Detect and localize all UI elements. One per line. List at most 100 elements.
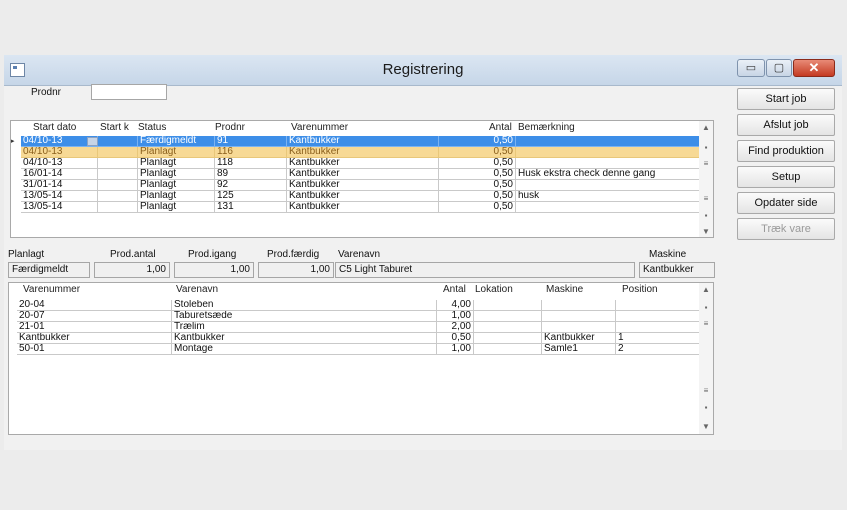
table-cell[interactable]: 13/05-14 (21, 202, 98, 213)
table-cell[interactable]: 04/10-13 (21, 147, 98, 158)
start-job-button[interactable]: Start job (737, 88, 835, 110)
table-cell[interactable]: Kantbukker (17, 333, 172, 344)
table-cell[interactable] (616, 311, 700, 322)
table-cell[interactable]: Kantbukker (287, 169, 439, 180)
column-header[interactable]: Antal (489, 122, 512, 133)
table-cell[interactable]: Samle1 (542, 344, 616, 355)
find-produktion-button[interactable]: Find produktion (737, 140, 835, 162)
table-cell[interactable]: 131 (215, 202, 287, 213)
table-cell[interactable]: 2,00 (437, 322, 474, 333)
scroll-up-icon[interactable]: ▲ (699, 285, 713, 294)
table-cell[interactable] (516, 147, 700, 158)
table-row[interactable]: 16/01-14 Planlagt 89 Kantbukker 0,50 Husk eks… (11, 169, 700, 180)
table-row[interactable]: 50-01 Montage 1,00 Samle1 2 (9, 344, 700, 355)
table-cell[interactable]: Færdigmeldt (138, 136, 215, 147)
table-cell[interactable]: Kantbukker (287, 202, 439, 213)
table-cell[interactable]: Kantbukker (542, 333, 616, 344)
scroll-down-icon[interactable]: ▼ (699, 227, 713, 236)
table-cell[interactable]: 16/01-14 (21, 169, 98, 180)
table-cell[interactable]: Planlagt (138, 158, 215, 169)
table-cell[interactable] (516, 202, 700, 213)
table-cell[interactable] (542, 311, 616, 322)
jobs-table[interactable]: Start dato Start k Status Prodnr Varenummer A… (10, 120, 714, 238)
table-cell[interactable] (98, 180, 138, 191)
table-cell[interactable] (516, 158, 700, 169)
table-cell[interactable]: 125 (215, 191, 287, 202)
table-cell[interactable]: 0,50 (437, 333, 474, 344)
opdater-side-button[interactable]: Opdater side (737, 192, 835, 214)
table-row[interactable]: Kantbukker Kantbukker 0,50 Kantbukker 1 (9, 333, 700, 344)
table-cell[interactable] (474, 300, 542, 311)
table-cell[interactable]: Planlagt (138, 191, 215, 202)
table-cell[interactable] (98, 136, 138, 147)
table-cell[interactable]: Kantbukker (287, 158, 439, 169)
minimize-button[interactable]: ▭ (737, 59, 765, 77)
scroll-down-icon[interactable]: ▼ (699, 422, 713, 431)
table-cell[interactable]: 91 (215, 136, 287, 147)
column-header[interactable]: Position (622, 284, 658, 295)
table-row[interactable]: 21-01 Trælim 2,00 (9, 322, 700, 333)
column-header[interactable]: Antal (443, 284, 466, 295)
column-header[interactable]: Varenummer (291, 122, 348, 133)
table-cell[interactable]: Montage (172, 344, 437, 355)
table-cell[interactable] (474, 344, 542, 355)
table-cell[interactable]: Kantbukker (172, 333, 437, 344)
items-scrollbar[interactable]: ▲ ▪ ≡ ≡ ▪ ▼ (699, 283, 713, 434)
table-cell[interactable]: Kantbukker (287, 180, 439, 191)
table-cell[interactable]: 0,50 (439, 136, 516, 147)
column-header[interactable]: Lokation (475, 284, 513, 295)
table-cell[interactable]: 0,50 (439, 147, 516, 158)
table-row[interactable]: 04/10-13 Færdigmeldt 91 Kantbukker 0,50 ▸ (11, 136, 700, 147)
prodnr-input[interactable] (91, 84, 167, 100)
table-cell[interactable]: 118 (215, 158, 287, 169)
table-row[interactable]: 13/05-14 Planlagt 125 Kantbukker 0,50 husk (11, 191, 700, 202)
table-cell[interactable]: Taburetsæde (172, 311, 437, 322)
table-cell[interactable]: Stoleben (172, 300, 437, 311)
afslut-job-button[interactable]: Afslut job (737, 114, 835, 136)
table-row[interactable]: 04/10-13 Planlagt 118 Kantbukker 0,50 (11, 158, 700, 169)
table-cell[interactable]: 2 (616, 344, 700, 355)
table-cell[interactable]: 0,50 (439, 169, 516, 180)
column-header[interactable]: Start k (100, 122, 129, 133)
table-cell[interactable]: 31/01-14 (21, 180, 98, 191)
table-cell[interactable]: 13/05-14 (21, 191, 98, 202)
table-row[interactable]: 20-04 Stoleben 4,00 (9, 300, 700, 311)
table-cell[interactable]: 0,50 (439, 202, 516, 213)
traek-vare-button[interactable]: Træk vare (737, 218, 835, 240)
table-cell[interactable]: 0,50 (439, 180, 516, 191)
table-cell[interactable]: 50-01 (17, 344, 172, 355)
table-cell[interactable] (98, 147, 138, 158)
table-cell[interactable]: Planlagt (138, 202, 215, 213)
table-cell[interactable] (542, 322, 616, 333)
table-cell[interactable] (516, 180, 700, 191)
setup-button[interactable]: Setup (737, 166, 835, 188)
table-cell[interactable]: husk (516, 191, 700, 202)
table-cell[interactable]: 20-04 (17, 300, 172, 311)
table-cell[interactable]: 21-01 (17, 322, 172, 333)
table-cell[interactable]: 1,00 (437, 344, 474, 355)
table-cell[interactable]: 1 (616, 333, 700, 344)
table-cell[interactable] (542, 300, 616, 311)
table-row[interactable]: 31/01-14 Planlagt 92 Kantbukker 0,50 (11, 180, 700, 191)
column-header[interactable]: Prodnr (215, 122, 245, 133)
table-cell[interactable]: 0,50 (439, 158, 516, 169)
table-cell[interactable]: Kantbukker (287, 147, 439, 158)
table-cell[interactable] (98, 158, 138, 169)
table-cell[interactable]: Kantbukker (287, 136, 439, 147)
table-cell[interactable]: 116 (215, 147, 287, 158)
column-header[interactable]: Bemærkning (518, 122, 575, 133)
table-cell[interactable] (474, 311, 542, 322)
close-button[interactable]: ✕ (793, 59, 835, 77)
table-cell[interactable] (98, 191, 138, 202)
table-cell[interactable]: Husk ekstra check denne gang (516, 169, 700, 180)
table-cell[interactable]: 92 (215, 180, 287, 191)
table-row[interactable]: 20-07 Taburetsæde 1,00 (9, 311, 700, 322)
table-cell[interactable]: 1,00 (437, 311, 474, 322)
table-cell[interactable]: 0,50 (439, 191, 516, 202)
table-cell[interactable] (616, 322, 700, 333)
scroll-up-icon[interactable]: ▲ (699, 123, 713, 132)
table-cell[interactable]: 04/10-13 (21, 158, 98, 169)
jobs-scrollbar[interactable]: ▲ ▪ ≡ ≡ ▪ ▼ (699, 121, 713, 237)
table-cell[interactable]: 20-07 (17, 311, 172, 322)
table-cell[interactable]: Kantbukker (287, 191, 439, 202)
